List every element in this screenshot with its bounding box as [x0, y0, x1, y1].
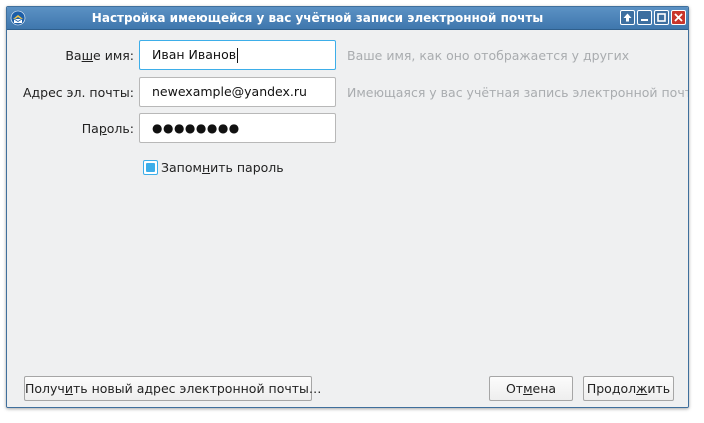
- password-field[interactable]: ●●●●●●●●: [139, 113, 336, 143]
- dialog-body: Ваше имя: Иван Иванов Ваше имя, как оно …: [7, 30, 688, 407]
- name-value: Иван Иванов: [152, 47, 237, 62]
- email-label: Адрес эл. почты:: [22, 85, 134, 100]
- remember-password-label: Запомнить пароль: [161, 160, 284, 175]
- thunderbird-icon: [10, 10, 26, 26]
- name-field[interactable]: Иван Иванов: [139, 40, 336, 70]
- window-title: Настройка имеющейся у вас учётной записи…: [91, 11, 544, 25]
- maximize-button[interactable]: [654, 10, 669, 25]
- title-bar[interactable]: Настройка имеющейся у вас учётной записи…: [7, 7, 688, 30]
- account-setup-dialog: Настройка имеющейся у вас учётной записи…: [6, 6, 689, 408]
- minimize-button[interactable]: [637, 10, 652, 25]
- remember-password-checkbox[interactable]: Запомнить пароль: [143, 160, 284, 175]
- email-hint: Имеющаяся у вас учётная запись электронн…: [347, 85, 689, 100]
- close-icon: [674, 13, 683, 22]
- get-new-email-button[interactable]: Получить новый адрес электронной почты…: [24, 376, 321, 401]
- email-field[interactable]: newexample@yandex.ru: [139, 77, 336, 107]
- cancel-button[interactable]: Отмена: [489, 376, 573, 401]
- maximize-icon: [657, 13, 666, 22]
- text-caret: [237, 48, 239, 63]
- continue-button[interactable]: Продолжить: [583, 376, 674, 401]
- checkbox-checked-mark: [146, 163, 155, 172]
- checkbox-box[interactable]: [143, 160, 158, 175]
- arrow-up-icon: [623, 13, 632, 22]
- keep-above-button[interactable]: [620, 10, 635, 25]
- password-label: Пароль:: [81, 121, 134, 136]
- email-value: newexample@yandex.ru: [152, 84, 307, 99]
- close-button[interactable]: [671, 10, 686, 25]
- window-controls: [620, 10, 686, 25]
- minimize-icon: [641, 19, 648, 21]
- name-label: Ваше имя:: [65, 48, 134, 63]
- password-value: ●●●●●●●●: [152, 121, 240, 135]
- name-hint: Ваше имя, как оно отображается у других: [347, 48, 630, 63]
